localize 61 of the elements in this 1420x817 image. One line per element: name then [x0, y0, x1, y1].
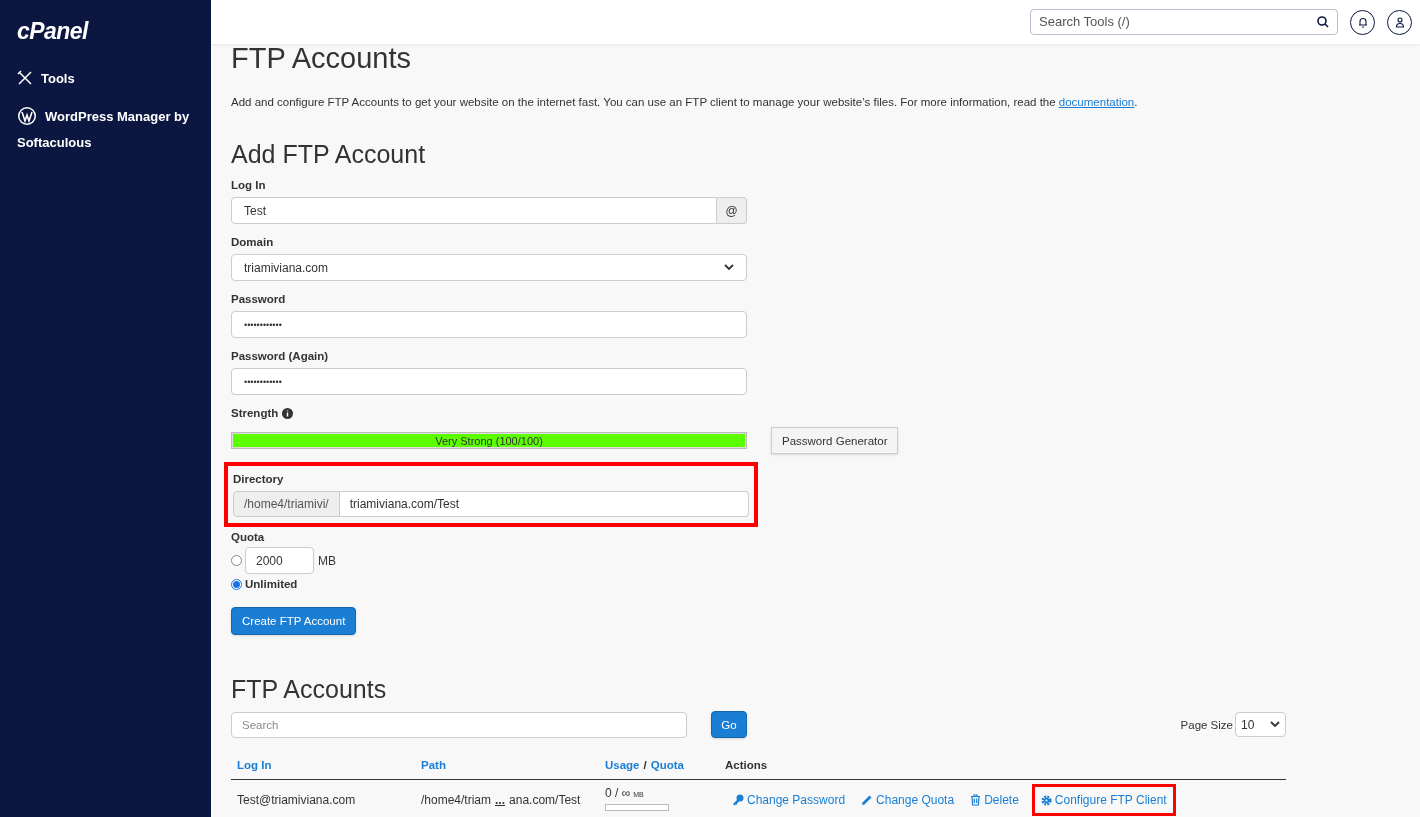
create-ftp-account-button[interactable]: Create FTP Account [231, 607, 357, 635]
wordpress-icon [17, 106, 37, 127]
action-link[interactable]: Change Password [729, 789, 849, 811]
domain-select[interactable]: triamiviana.com [231, 254, 747, 281]
radio-button[interactable] [231, 578, 242, 590]
password-field[interactable]: •••••••••••• [231, 311, 747, 338]
path-expand-link[interactable]: ... [495, 792, 506, 808]
sidebar-item[interactable]: Tools [17, 66, 194, 92]
login-field[interactable]: Test [231, 197, 717, 224]
column-header: Actions [725, 759, 768, 771]
action-link[interactable]: Delete [967, 789, 1022, 811]
action-link[interactable]: Change Quota [858, 789, 958, 811]
search-icon [1317, 16, 1329, 28]
password-again-field[interactable]: •••••••••••• [231, 368, 747, 395]
option-label: Unlimited [245, 577, 298, 592]
tools-icon [17, 70, 33, 87]
pencil-icon [861, 794, 874, 806]
search-field[interactable]: Search [231, 711, 687, 738]
column-header[interactable]: Path [421, 759, 446, 771]
column-separator: / [643, 758, 647, 773]
page-title: FTP Accounts [231, 44, 412, 73]
strength-text: Very Strong (100/100) [434, 433, 544, 448]
chevron-down-icon [1270, 721, 1280, 728]
key-icon [732, 794, 744, 806]
logo: cPanel [17, 20, 88, 43]
section-title: FTP Accounts [231, 677, 388, 702]
chevron-down-icon [724, 264, 734, 271]
field-label: Domain [231, 235, 275, 250]
bell-icon [1357, 16, 1368, 28]
unit-label: MB [318, 552, 336, 569]
search-tools-field[interactable]: Search Tools (/) [1030, 9, 1338, 35]
user-icon [1394, 16, 1405, 28]
page-size-label: Page Size [1180, 717, 1233, 733]
field-label: Quota [231, 530, 266, 545]
column-header[interactable]: Quota [650, 758, 684, 773]
info-icon [282, 408, 294, 419]
go-button[interactable]: Go [711, 711, 747, 738]
column-header[interactable]: Usage [605, 758, 640, 773]
action-link[interactable]: Configure FTP Client [1031, 784, 1176, 816]
password-generator-button[interactable]: Password Generator [771, 427, 899, 454]
section-title: Add FTP Account [231, 142, 427, 167]
table-cell: ana.com/Test [509, 792, 581, 808]
gear-icon [1040, 794, 1052, 806]
directory-field[interactable]: triamiviana.com/Test [339, 491, 749, 517]
page-description: Add and configure FTP Accounts to get your website on the internet fast. You can use an FTP client to manage your website’s files. For more information, read the documentation. [231, 95, 1139, 110]
directory-prefix: /home4/triamivi/ [233, 491, 340, 517]
field-label: Directory [233, 472, 285, 487]
field-label: Password (Again) [231, 349, 330, 364]
radio-button[interactable] [231, 555, 242, 566]
field-label: Strength [231, 406, 279, 421]
page-size-select[interactable]: 10 [1235, 712, 1286, 737]
quota-field[interactable]: 2000 [245, 547, 314, 574]
table-cell: /home4/triam [421, 792, 492, 808]
trash-icon [970, 794, 982, 806]
column-header[interactable]: Log In [237, 759, 272, 771]
sidebar-item[interactable]: WordPress Manager by Softaculous [17, 104, 194, 156]
field-label: Log In [231, 178, 267, 193]
table-cell: Test@triamiviana.com [237, 793, 356, 807]
field-label: Password [231, 292, 287, 307]
at-addon: @ [717, 197, 747, 224]
usage-text: 0 / ∞ [605, 785, 631, 801]
